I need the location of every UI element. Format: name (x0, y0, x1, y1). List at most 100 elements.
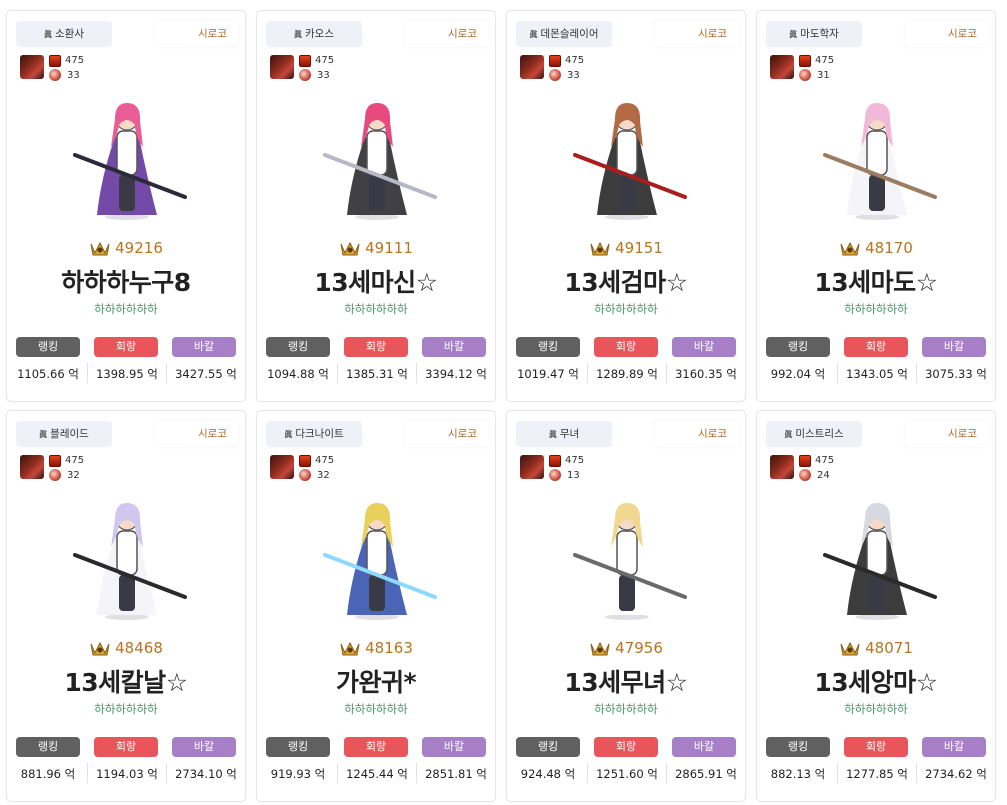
server-label: 시로코 (655, 421, 739, 447)
character-card[interactable]: 眞 데몬슬레이어 시로코 475 33 49151 13세검마☆ 하하하하하하 … (506, 10, 746, 402)
character-card[interactable]: 眞 무녀 시로코 475 13 47956 13세무녀☆ 하하하하하하 랭킹 회… (506, 410, 746, 802)
guild-name[interactable]: 하하하하하하 (257, 701, 495, 717)
gear-icon (299, 55, 311, 67)
ranking-damage-value: 1105.66 억 (17, 367, 79, 381)
job-label: 무녀 (559, 428, 580, 440)
character-card-grid: 眞 소환사 시로코 475 33 49216 하하하누구8 하하하하하하 랭킹 … (6, 10, 996, 802)
score-row: 48170 (757, 239, 995, 257)
buff-damage-value: 3160.35 억 (675, 367, 737, 381)
character-name[interactable]: 13세마신☆ (257, 263, 495, 299)
score-value: 48071 (865, 639, 913, 657)
guild-name[interactable]: 하하하하하하 (7, 301, 245, 317)
level-value: 13 (567, 470, 580, 481)
trophy-icon (340, 241, 360, 255)
character-name[interactable]: 13세앙마☆ (757, 663, 995, 699)
score-row: 48163 (257, 639, 495, 657)
score-row: 48071 (757, 639, 995, 657)
character-card[interactable]: 眞 블레이드 시로코 475 32 48468 13세칼날☆ 하하하하하하 랭킹… (6, 410, 246, 802)
character-name[interactable]: 가완귀* (257, 663, 495, 699)
score-value: 48163 (365, 639, 413, 657)
job-badge[interactable]: 眞 마도학자 (766, 21, 862, 47)
trophy-icon (90, 641, 110, 655)
buff-damage-value: 3394.12 억 (425, 367, 487, 381)
character-card[interactable]: 眞 소환사 시로코 475 33 49216 하하하누구8 하하하하하하 랭킹 … (6, 10, 246, 402)
character-sprite (823, 503, 937, 620)
character-figure (323, 103, 437, 220)
ranking-damage-value: 882.13 억 (770, 767, 826, 781)
server-label: 시로코 (905, 21, 989, 47)
character-figure (573, 103, 687, 220)
buff-tag: 바칼 (422, 737, 486, 757)
job-badge[interactable]: 眞 소환사 (16, 21, 112, 47)
gear-icon (49, 455, 61, 467)
character-name[interactable]: 13세검마☆ (507, 263, 745, 299)
server-label: 시로코 (655, 21, 739, 47)
server-label: 시로코 (905, 421, 989, 447)
adventure-avatar-icon (270, 55, 294, 79)
buff-tag: 바칼 (172, 337, 236, 357)
buff-tag: 바칼 (422, 337, 486, 357)
trophy-icon (840, 241, 860, 255)
buff-damage-value: 3427.55 억 (175, 367, 237, 381)
ranking-tag: 랭킹 (516, 737, 580, 757)
ranking-tag: 랭킹 (766, 337, 830, 357)
adventure-avatar-icon (520, 455, 544, 479)
pet-icon (799, 69, 811, 81)
ranking-damage-value: 924.48 억 (520, 767, 576, 781)
guild-name[interactable]: 하하하하하하 (257, 301, 495, 317)
recovery-tag: 회랑 (94, 337, 158, 357)
pet-icon (549, 469, 561, 481)
adventure-avatar-icon (770, 55, 794, 79)
character-card[interactable]: 眞 마도학자 시로코 475 31 48170 13세마도☆ 하하하하하하 랭킹… (756, 10, 996, 402)
pet-icon (549, 69, 561, 81)
job-badge[interactable]: 眞 다크나이트 (266, 421, 362, 447)
job-badge[interactable]: 眞 카오스 (266, 21, 362, 47)
job-mark-icon: 眞 (294, 30, 302, 39)
character-name[interactable]: 13세칼날☆ (7, 663, 245, 699)
recovery-tag: 회랑 (844, 337, 908, 357)
job-label: 마도학자 (800, 28, 839, 40)
character-name[interactable]: 13세마도☆ (757, 263, 995, 299)
character-sprite (573, 503, 687, 620)
character-card[interactable]: 眞 미스트리스 시로코 475 24 48071 13세앙마☆ 하하하하하하 랭… (756, 410, 996, 802)
buff-tag: 바칼 (672, 337, 736, 357)
gear-icon (799, 55, 811, 67)
gear-icon (799, 455, 811, 467)
ranking-tag: 랭킹 (516, 337, 580, 357)
guild-name[interactable]: 하하하하하하 (507, 701, 745, 717)
recovery-tag: 회랑 (344, 337, 408, 357)
server-label: 시로코 (405, 21, 489, 47)
recovery-tag: 회랑 (94, 737, 158, 757)
score-value: 48170 (865, 239, 913, 257)
gear-icon (549, 455, 561, 467)
buff-damage-value: 2734.62 억 (925, 767, 987, 781)
guild-name[interactable]: 하하하하하하 (7, 701, 245, 717)
server-label: 시로코 (155, 421, 239, 447)
job-mark-icon: 眞 (39, 430, 48, 439)
job-badge[interactable]: 眞 미스트리스 (766, 421, 862, 447)
recovery-damage-value: 1277.85 억 (846, 767, 908, 781)
character-name[interactable]: 하하하누구8 (7, 263, 245, 299)
ranking-tag: 랭킹 (766, 737, 830, 757)
job-mark-icon: 眞 (529, 30, 538, 39)
guild-name[interactable]: 하하하하하하 (757, 701, 995, 717)
character-card[interactable]: 眞 카오스 시로코 475 33 49111 13세마신☆ 하하하하하하 랭킹 … (256, 10, 496, 402)
job-badge[interactable]: 眞 블레이드 (16, 421, 112, 447)
job-badge[interactable]: 眞 무녀 (516, 421, 612, 447)
character-sprite (323, 503, 437, 620)
job-label: 카오스 (305, 28, 334, 40)
buff-damage-value: 2865.91 억 (675, 767, 737, 781)
level-value: 33 (67, 70, 80, 81)
ranking-tag: 랭킹 (266, 737, 330, 757)
job-badge[interactable]: 眞 데몬슬레이어 (516, 21, 612, 47)
fame-value: 475 (815, 55, 835, 66)
trophy-icon (590, 641, 610, 655)
adventure-avatar-icon (520, 55, 544, 79)
character-name[interactable]: 13세무녀☆ (507, 663, 745, 699)
pet-icon (299, 469, 311, 481)
character-card[interactable]: 眞 다크나이트 시로코 475 32 48163 가완귀* 하하하하하하 랭킹 … (256, 410, 496, 802)
pet-icon (799, 469, 811, 481)
guild-name[interactable]: 하하하하하하 (757, 301, 995, 317)
buff-damage-value: 2734.10 억 (175, 767, 237, 781)
guild-name[interactable]: 하하하하하하 (507, 301, 745, 317)
